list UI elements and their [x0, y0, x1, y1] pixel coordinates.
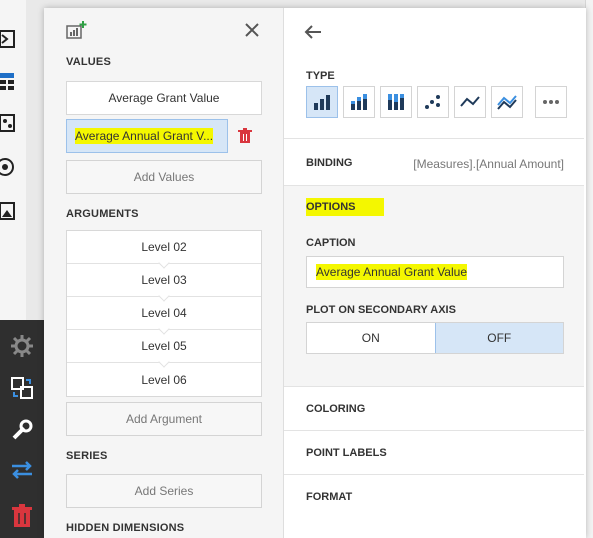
binding-value: [Measures].[Annual Amount] [413, 157, 564, 171]
value-item-selected[interactable]: Average Annual Grant V... [66, 119, 228, 153]
value-item[interactable]: Average Grant Value [66, 81, 262, 115]
data-items-column: VALUES Average Grant Value Average Annua… [44, 8, 284, 538]
caption-input[interactable]: Average Annual Grant Value [306, 256, 564, 288]
argument-item[interactable]: Level 06 [67, 363, 261, 396]
more-icon[interactable] [535, 86, 567, 118]
area-line-icon[interactable] [491, 86, 523, 118]
line-icon[interactable] [454, 86, 486, 118]
options-column: TYPE BINDING [Measures].[Annual Amount] … [284, 8, 586, 538]
gauge-icon [0, 156, 16, 178]
grid-icon [0, 70, 16, 92]
caption-input-value: Average Annual Grant Value [316, 264, 467, 280]
settings-icon[interactable] [6, 330, 38, 362]
toggle-off-button[interactable]: OFF [434, 323, 563, 353]
pivot-icon [0, 28, 16, 50]
argument-item[interactable]: Level 02 [67, 231, 261, 264]
argument-list: Level 02 Level 03 Level 04 Level 05 Leve… [66, 230, 262, 397]
add-chart-pane-icon[interactable] [66, 20, 88, 45]
add-series-button[interactable]: Add Series [66, 474, 262, 508]
scatter-icon[interactable] [417, 86, 449, 118]
chart-type-selector [306, 86, 567, 118]
trash-icon[interactable] [238, 128, 252, 149]
wrench-icon[interactable] [6, 414, 38, 446]
stacked-bar-icon[interactable] [343, 86, 375, 118]
argument-item[interactable]: Level 03 [67, 264, 261, 297]
options-label[interactable]: OPTIONS [306, 198, 384, 216]
secondary-axis-toggle: ON OFF [306, 322, 564, 354]
delete-icon[interactable] [6, 500, 38, 532]
type-label: TYPE [306, 70, 335, 82]
toggle-on-button[interactable]: ON [307, 323, 435, 353]
arguments-label: ARGUMENTS [66, 208, 139, 220]
point-labels-section[interactable]: POINT LABELS [284, 431, 584, 475]
data-items-popup: VALUES Average Grant Value Average Annua… [44, 8, 586, 538]
close-icon[interactable] [244, 22, 260, 43]
full-stacked-bar-icon[interactable] [380, 86, 412, 118]
format-section[interactable]: FORMAT [284, 475, 584, 519]
scatter-map-icon [0, 112, 16, 134]
argument-item[interactable]: Level 04 [67, 297, 261, 330]
item-toolbar [0, 320, 44, 538]
image-icon [0, 200, 16, 222]
value-item-label: Average Annual Grant V... [75, 128, 214, 144]
hidden-dimensions-label: HIDDEN DIMENSIONS [66, 522, 185, 534]
caption-label: CAPTION [306, 237, 356, 249]
convert-icon[interactable] [6, 372, 38, 404]
add-values-button[interactable]: Add Values [66, 160, 262, 194]
swap-icon[interactable] [6, 454, 38, 486]
back-arrow-icon[interactable] [304, 24, 322, 45]
background-canvas [585, 0, 593, 538]
add-argument-button[interactable]: Add Argument [66, 402, 262, 436]
values-label: VALUES [66, 56, 112, 68]
series-label: SERIES [66, 450, 108, 462]
secondary-axis-label: PLOT ON SECONDARY AXIS [306, 304, 456, 316]
binding-label[interactable]: BINDING [306, 157, 352, 169]
options-label-text: OPTIONS [306, 198, 384, 216]
argument-item[interactable]: Level 05 [67, 330, 261, 363]
divider [284, 138, 584, 139]
bar-chart-icon[interactable] [306, 86, 338, 118]
coloring-section[interactable]: COLORING [284, 387, 584, 431]
